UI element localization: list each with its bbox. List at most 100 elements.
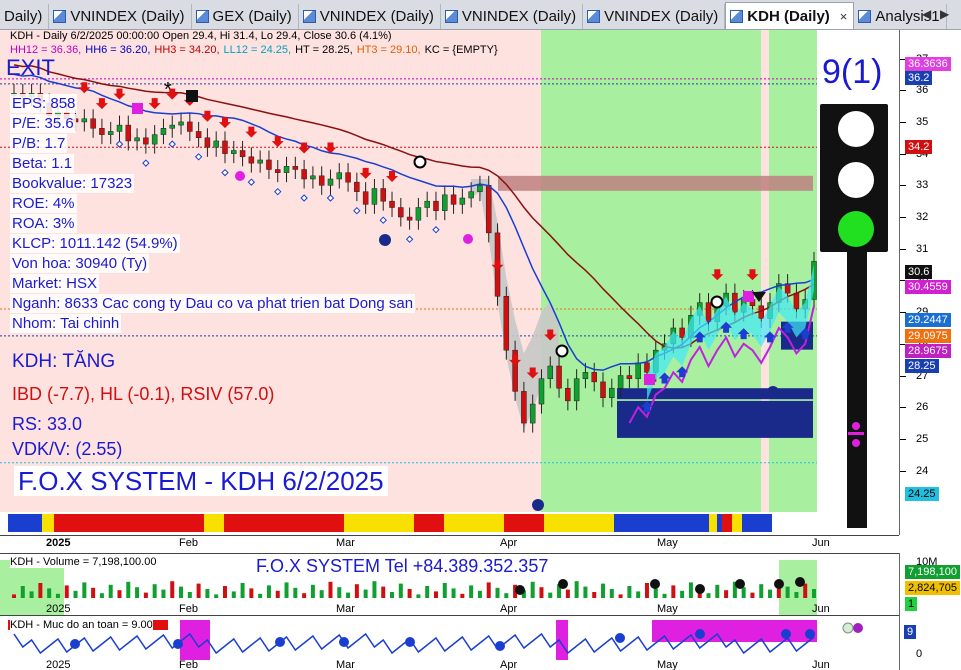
- candle-body: [239, 150, 246, 158]
- volume-bar: [601, 583, 606, 598]
- volume-bar: [64, 585, 69, 598]
- tab-4[interactable]: VNINDEX (Daily): [441, 4, 584, 29]
- price-tick-label: 26: [916, 401, 929, 414]
- price-chart-pane[interactable]: * KDH - Daily 6/2/2025 00:00:00 Open 29.…: [0, 30, 899, 535]
- candle-body: [81, 118, 88, 123]
- chart-tab-icon: [587, 10, 601, 23]
- signal-one-icon: [379, 234, 391, 246]
- month-label: 2025: [46, 603, 70, 615]
- volume-bar: [504, 593, 509, 598]
- tab-scroll-right-icon[interactable]: ▶: [940, 7, 949, 21]
- tab-scroll-left-icon[interactable]: ◀: [922, 7, 931, 21]
- tab-3[interactable]: VNINDEX (Daily): [299, 4, 441, 29]
- candle-body: [793, 292, 800, 310]
- safety-pane[interactable]: 2025 Feb Mar Apr May Jun KDH - Muc do an toan…: [0, 615, 899, 670]
- volume-bar: [55, 593, 60, 598]
- fundamental-item: EPS: 858: [10, 94, 78, 113]
- traffic-light-pole: [847, 252, 867, 528]
- tab-close-icon[interactable]: ×: [840, 9, 848, 24]
- candle-body: [591, 372, 597, 383]
- fundamental-item: Nhom: Tai chinh: [10, 314, 122, 333]
- volume-pane[interactable]: 2025 Feb Mar Apr May Jun KDH - Volume = 7,198…: [0, 553, 899, 615]
- candle-body: [398, 207, 404, 218]
- volume-bar: [20, 586, 25, 598]
- volume-spike-icon: [515, 585, 525, 595]
- candle-body: [705, 302, 712, 322]
- month-label: 2025: [46, 659, 70, 670]
- volume-bar: [688, 582, 693, 598]
- candle-body: [477, 185, 483, 192]
- month-label: Feb: [179, 603, 198, 615]
- price-header: KDH - Daily 6/2/2025 00:00:00 Open 29.4,…: [10, 30, 392, 42]
- candle-body: [582, 372, 589, 379]
- tab-1[interactable]: VNINDEX (Daily): [49, 4, 192, 29]
- safety-dot-icon: [275, 637, 285, 647]
- volume-bar: [117, 590, 122, 598]
- price-chart-canvas[interactable]: *: [0, 30, 899, 535]
- volume-bar: [135, 587, 140, 598]
- candle-body: [213, 140, 219, 148]
- tab-7[interactable]: Analysis1: [854, 4, 947, 29]
- month-label: 2025: [46, 537, 71, 549]
- axis-tick-mark: [900, 90, 906, 92]
- tab-6[interactable]: KDH (Daily) ×: [725, 2, 855, 29]
- candle-body: [521, 391, 527, 424]
- signal-strip-segment: [344, 514, 414, 532]
- risk-zone: [180, 620, 210, 660]
- tab-2[interactable]: GEX (Daily): [192, 4, 299, 29]
- safety-dot-icon: [495, 641, 505, 651]
- safety-axis[interactable]: 0: [899, 615, 961, 670]
- chart-tab-icon: [53, 10, 67, 23]
- tab-0[interactable]: Daily): [0, 4, 50, 29]
- candle-body: [310, 175, 316, 180]
- volume-bar: [794, 592, 799, 598]
- candle-body: [424, 200, 430, 208]
- signal-strip-segment: [717, 514, 722, 532]
- candle-body: [204, 137, 211, 148]
- price-tick-label: 32: [916, 211, 929, 224]
- volume-bar: [680, 590, 685, 598]
- volume-bar: [460, 593, 465, 598]
- chart-tab-icon: [858, 10, 872, 23]
- candle-body: [362, 191, 369, 205]
- volume-bar: [653, 588, 658, 598]
- volume-bar: [662, 593, 667, 598]
- candle-body: [318, 175, 325, 186]
- candle-body: [257, 159, 263, 164]
- candle-body: [538, 378, 545, 405]
- month-label: Jun: [812, 537, 830, 549]
- volume-bar: [390, 592, 395, 598]
- indicator-value: KC = {EMPTY}: [424, 44, 498, 56]
- volume-bar: [759, 584, 764, 598]
- volume-header: KDH - Volume = 7,198,100.00: [10, 556, 157, 568]
- volume-bar: [275, 590, 280, 598]
- volume-bar: [82, 582, 87, 598]
- tab-5[interactable]: VNINDEX (Daily): [583, 4, 726, 29]
- light-top-icon: [838, 111, 874, 147]
- candle-body: [292, 166, 299, 170]
- volume-bar: [477, 590, 482, 598]
- candle-body: [626, 375, 633, 379]
- axis-tick-mark: [900, 438, 906, 440]
- volume-bar: [231, 591, 236, 598]
- volume-bar: [469, 585, 474, 598]
- indicator-value: HT = 28.25,: [295, 44, 353, 56]
- candle-body: [169, 124, 175, 129]
- candle-body: [178, 121, 184, 126]
- candle-body: [485, 185, 492, 234]
- volume-bar: [706, 593, 711, 598]
- volume-spike-icon: [735, 579, 745, 589]
- candle-body: [327, 178, 334, 186]
- candle-body: [380, 188, 386, 202]
- signal-count: 9(1): [822, 53, 883, 91]
- candle-body: [679, 327, 685, 338]
- signal-zero-icon: [710, 295, 724, 309]
- month-label: Apr: [500, 659, 517, 670]
- axis-tick-mark: [900, 470, 906, 472]
- price-level-label: 36.3636: [905, 57, 951, 71]
- price-level-label: 28.9675: [905, 344, 951, 358]
- price-level-label: 29.0975: [905, 329, 951, 343]
- volume-bar: [609, 589, 614, 598]
- indicator-values: HH12 = 36.36, HH6 = 36.20, HH3 = 34.20, LL1…: [10, 44, 502, 56]
- fundamental-item: Market: HSX: [10, 274, 100, 293]
